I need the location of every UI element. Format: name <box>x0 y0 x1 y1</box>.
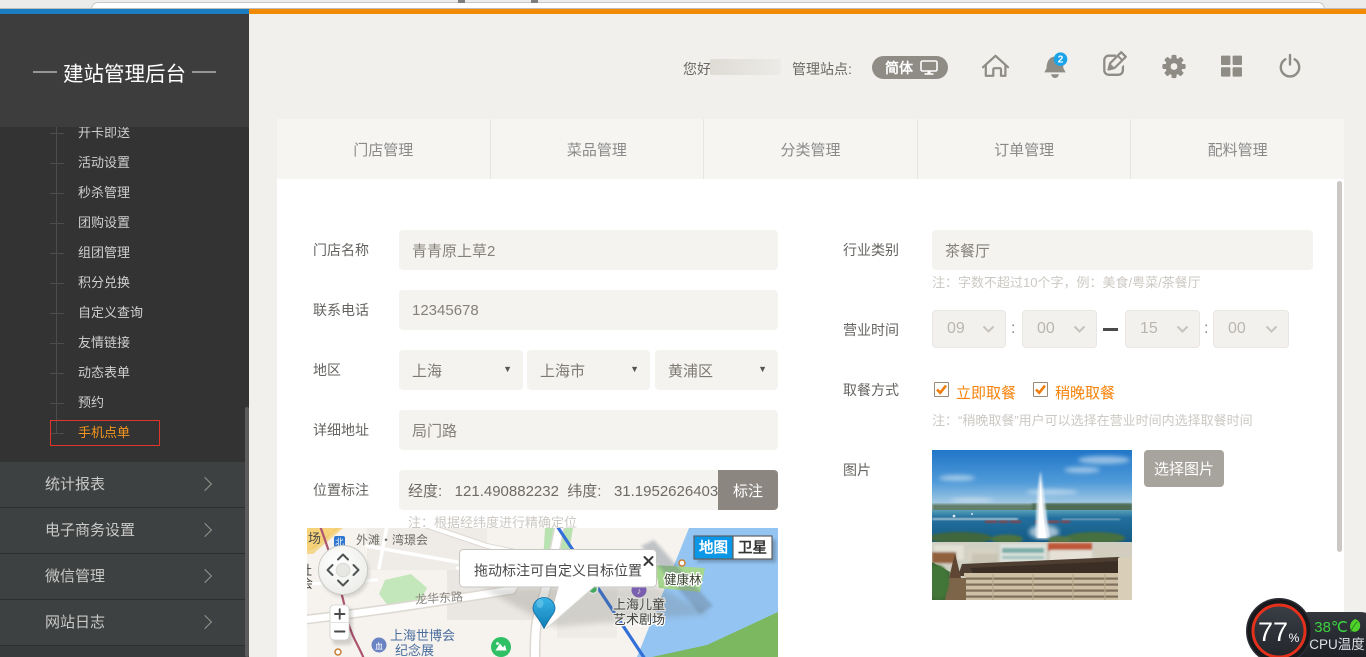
svg-text:拖动标注可自定义目标位置: 拖动标注可自定义目标位置 <box>474 563 642 579</box>
svg-text:%: % <box>1289 631 1300 645</box>
svg-text:卫星: 卫星 <box>738 540 767 557</box>
svg-text:上海世博会: 上海世博会 <box>390 628 455 643</box>
svg-text:CPU温度: CPU温度 <box>1309 637 1365 652</box>
svg-text:血: 血 <box>375 641 383 651</box>
svg-text:38℃: 38℃ <box>1314 619 1348 636</box>
svg-text:2: 2 <box>1058 55 1064 66</box>
svg-text:纪念展: 纪念展 <box>395 643 434 657</box>
svg-text:场: 场 <box>308 531 321 546</box>
svg-text:会: 会 <box>307 576 313 591</box>
svg-text:地图: 地图 <box>699 539 728 557</box>
svg-text:外滩・湾璟会: 外滩・湾璟会 <box>356 532 428 547</box>
svg-text:社: 社 <box>307 563 312 578</box>
svg-text:77: 77 <box>1258 617 1288 647</box>
svg-text:健康林: 健康林 <box>664 572 702 587</box>
